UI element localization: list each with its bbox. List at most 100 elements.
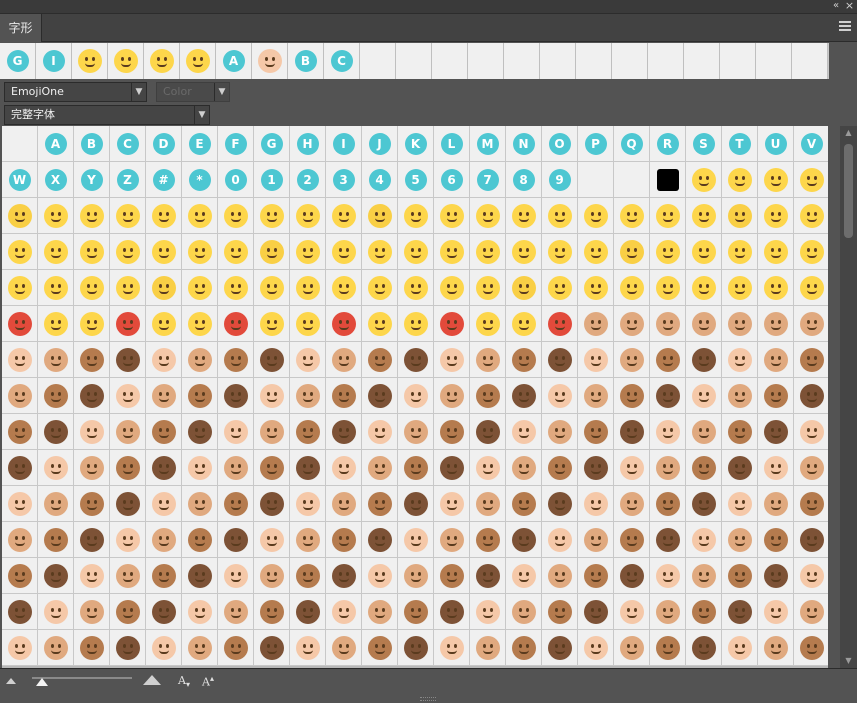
- glyph-cell[interactable]: 9: [542, 162, 578, 198]
- glyph-cell[interactable]: [506, 306, 542, 342]
- glyph-cell[interactable]: [686, 558, 722, 594]
- glyph-cell[interactable]: [614, 234, 650, 270]
- glyph-cell[interactable]: [110, 630, 146, 666]
- glyph-cell[interactable]: [290, 342, 326, 378]
- glyph-cell[interactable]: [722, 162, 758, 198]
- glyph-cell[interactable]: [146, 414, 182, 450]
- glyph-cell[interactable]: [218, 270, 254, 306]
- glyph-cell[interactable]: [326, 234, 362, 270]
- glyph-cell[interactable]: [182, 594, 218, 630]
- glyph-cell[interactable]: [38, 342, 74, 378]
- glyph-cell[interactable]: [614, 486, 650, 522]
- glyph-cell[interactable]: [38, 594, 74, 630]
- glyph-cell[interactable]: [362, 630, 398, 666]
- recent-glyph-cell[interactable]: [684, 43, 720, 79]
- glyph-cell[interactable]: [722, 198, 758, 234]
- recent-glyph-cell[interactable]: [648, 43, 684, 79]
- glyph-cell[interactable]: [542, 342, 578, 378]
- glyph-cell[interactable]: [398, 594, 434, 630]
- glyph-cell[interactable]: [362, 414, 398, 450]
- glyph-cell[interactable]: [398, 306, 434, 342]
- glyph-cell[interactable]: [722, 414, 758, 450]
- glyph-cell[interactable]: [362, 270, 398, 306]
- glyph-cell[interactable]: [74, 342, 110, 378]
- glyph-cell[interactable]: [362, 594, 398, 630]
- glyph-cell[interactable]: [506, 198, 542, 234]
- glyph-cell[interactable]: Z: [110, 162, 146, 198]
- glyph-cell[interactable]: 7: [470, 162, 506, 198]
- glyph-cell[interactable]: [398, 486, 434, 522]
- glyph-cell[interactable]: [578, 486, 614, 522]
- glyph-cell[interactable]: [398, 198, 434, 234]
- glyph-cell[interactable]: [38, 486, 74, 522]
- glyph-cell[interactable]: [722, 342, 758, 378]
- glyph-cell[interactable]: [110, 198, 146, 234]
- glyph-cell[interactable]: [434, 522, 470, 558]
- small-glyph-size-icon[interactable]: [6, 678, 16, 684]
- glyph-cell[interactable]: [254, 558, 290, 594]
- glyph-cell[interactable]: [362, 198, 398, 234]
- scroll-thumb[interactable]: [844, 144, 853, 238]
- glyph-cell[interactable]: [434, 558, 470, 594]
- glyph-cell[interactable]: [470, 486, 506, 522]
- glyph-cell[interactable]: [578, 594, 614, 630]
- glyph-cell[interactable]: [722, 234, 758, 270]
- glyph-cell[interactable]: [542, 270, 578, 306]
- glyph-cell[interactable]: L: [434, 126, 470, 162]
- recent-glyph-cell[interactable]: [360, 43, 396, 79]
- recent-glyph-cell[interactable]: G: [0, 43, 36, 79]
- glyph-cell[interactable]: [650, 594, 686, 630]
- recent-glyph-cell[interactable]: [144, 43, 180, 79]
- recent-glyph-cell[interactable]: [432, 43, 468, 79]
- glyph-cell[interactable]: [506, 270, 542, 306]
- recent-glyph-cell[interactable]: [108, 43, 144, 79]
- glyph-cell[interactable]: [290, 234, 326, 270]
- glyph-cell[interactable]: [326, 270, 362, 306]
- glyph-cell[interactable]: [614, 306, 650, 342]
- glyph-cell[interactable]: [758, 630, 794, 666]
- glyph-cell[interactable]: [578, 198, 614, 234]
- close-panel-icon[interactable]: ×: [843, 0, 856, 13]
- glyph-cell[interactable]: [794, 306, 828, 342]
- glyph-cell[interactable]: [362, 486, 398, 522]
- glyph-cell[interactable]: [2, 486, 38, 522]
- glyph-cell[interactable]: [398, 378, 434, 414]
- glyph-cell[interactable]: [398, 414, 434, 450]
- glyph-cell[interactable]: [542, 486, 578, 522]
- glyph-cell[interactable]: [794, 234, 828, 270]
- glyph-cell[interactable]: [326, 414, 362, 450]
- glyph-cell[interactable]: [542, 234, 578, 270]
- glyph-cell[interactable]: [470, 198, 506, 234]
- glyph-cell[interactable]: [470, 558, 506, 594]
- glyph-cell[interactable]: [2, 522, 38, 558]
- glyph-cell[interactable]: [542, 594, 578, 630]
- glyph-cell[interactable]: [506, 630, 542, 666]
- recent-glyph-cell[interactable]: [396, 43, 432, 79]
- glyph-cell[interactable]: V: [794, 126, 828, 162]
- recent-glyph-cell[interactable]: A: [216, 43, 252, 79]
- glyph-cell[interactable]: [434, 630, 470, 666]
- collapse-panel-icon[interactable]: «: [829, 0, 843, 13]
- glyph-cell[interactable]: [434, 450, 470, 486]
- glyph-cell[interactable]: [146, 270, 182, 306]
- glyph-cell[interactable]: [2, 630, 38, 666]
- glyph-cell[interactable]: [506, 342, 542, 378]
- glyph-cell[interactable]: C: [110, 126, 146, 162]
- recent-glyph-cell[interactable]: [252, 43, 288, 79]
- glyph-cell[interactable]: [794, 594, 828, 630]
- glyph-cell[interactable]: 3: [326, 162, 362, 198]
- glyph-cell[interactable]: [74, 522, 110, 558]
- glyph-cell[interactable]: [578, 630, 614, 666]
- glyph-cell[interactable]: [434, 378, 470, 414]
- recent-glyph-cell[interactable]: [720, 43, 756, 79]
- glyph-cell[interactable]: [2, 306, 38, 342]
- glyph-cell[interactable]: [650, 450, 686, 486]
- recent-glyph-cell[interactable]: [576, 43, 612, 79]
- glyph-cell[interactable]: [398, 270, 434, 306]
- glyph-cell[interactable]: [686, 306, 722, 342]
- glyph-cell[interactable]: [614, 594, 650, 630]
- glyph-size-slider-knob[interactable]: [36, 678, 48, 686]
- glyph-cell[interactable]: [506, 522, 542, 558]
- glyph-cell[interactable]: [218, 198, 254, 234]
- glyph-cell[interactable]: P: [578, 126, 614, 162]
